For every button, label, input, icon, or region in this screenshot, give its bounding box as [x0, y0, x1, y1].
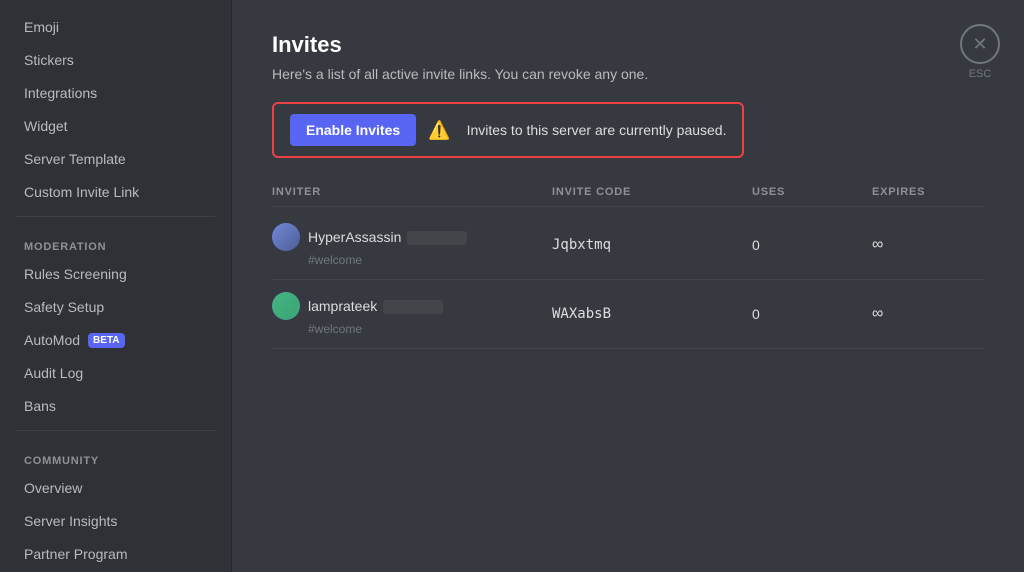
inviter-name-1: HyperAssassin: [308, 229, 467, 245]
inviter-cell-2: lamprateek #welcome: [272, 292, 552, 336]
sidebar-item-rules-screening[interactable]: Rules Screening: [8, 258, 223, 290]
sidebar-item-integrations[interactable]: Integrations: [8, 77, 223, 109]
page-subtitle: Here's a list of all active invite links…: [272, 66, 984, 82]
sidebar-item-safety-setup[interactable]: Safety Setup: [8, 291, 223, 323]
close-button[interactable]: ✕: [960, 24, 1000, 64]
moderation-section-label: MODERATION: [8, 225, 223, 257]
sidebar-item-widget[interactable]: Widget: [8, 110, 223, 142]
sidebar-item-bans[interactable]: Bans: [8, 390, 223, 422]
inviter-name-2: lamprateek: [308, 298, 443, 314]
sidebar-item-label: Bans: [24, 398, 56, 414]
redacted-name-2: [383, 300, 443, 314]
main-content: ✕ ESC Invites Here's a list of all activ…: [232, 0, 1024, 572]
invite-code-1: Jqbxtmq: [552, 237, 752, 253]
enable-invites-button[interactable]: Enable Invites: [290, 114, 416, 146]
sidebar-item-label: Stickers: [24, 52, 74, 68]
sidebar-item-audit-log[interactable]: Audit Log: [8, 357, 223, 389]
sidebar-item-label: Audit Log: [24, 365, 83, 381]
sidebar-item-label: Emoji: [24, 19, 59, 35]
sidebar-item-overview[interactable]: Overview: [8, 472, 223, 504]
header-uses: USES: [752, 186, 872, 198]
inviter-channel-1: #welcome: [272, 253, 552, 267]
expires-2: ∞: [872, 305, 992, 323]
sidebar-item-server-template[interactable]: Server Template: [8, 143, 223, 175]
sidebar-item-label: Partner Program: [24, 546, 127, 562]
sidebar-item-label: Widget: [24, 118, 68, 134]
sidebar-item-label: Overview: [24, 480, 82, 496]
sidebar-item-custom-invite-link[interactable]: Custom Invite Link: [8, 176, 223, 208]
uses-2: 0: [752, 306, 872, 322]
community-divider: [16, 430, 215, 431]
esc-label: ESC: [969, 68, 992, 80]
header-inviter: INVITER: [272, 186, 552, 198]
sidebar-item-emoji[interactable]: Emoji: [8, 11, 223, 43]
avatar-1: [272, 223, 300, 251]
sidebar-item-label: Rules Screening: [24, 266, 127, 282]
header-invite-code: INVITE CODE: [552, 186, 752, 198]
page-title: Invites: [272, 32, 984, 58]
avatar-img-1: [272, 223, 300, 251]
close-button-wrapper: ✕ ESC: [960, 24, 1000, 80]
header-expires: EXPIRES: [872, 186, 992, 198]
paused-text: Invites to this server are currently pau…: [467, 122, 727, 138]
avatar-2: [272, 292, 300, 320]
beta-badge: BETA: [88, 333, 124, 348]
inviter-name-row-2: lamprateek: [272, 292, 552, 320]
table-row: HyperAssassin #welcome Jqbxtmq 0 ∞: [272, 211, 984, 280]
avatar-img-2: [272, 292, 300, 320]
sidebar-item-label: Server Insights: [24, 513, 117, 529]
sidebar-item-label: AutoMod: [24, 332, 80, 348]
sidebar-item-label: Custom Invite Link: [24, 184, 139, 200]
sidebar-item-server-insights[interactable]: Server Insights: [8, 505, 223, 537]
table-row: lamprateek #welcome WAXabsB 0 ∞: [272, 280, 984, 349]
sidebar-item-stickers[interactable]: Stickers: [8, 44, 223, 76]
sidebar: Emoji Stickers Integrations Widget Serve…: [0, 0, 232, 572]
invites-paused-banner: Enable Invites ⚠️ Invites to this server…: [272, 102, 744, 158]
redacted-name-1: [407, 231, 467, 245]
uses-1: 0: [752, 237, 872, 253]
inviter-channel-2: #welcome: [272, 322, 552, 336]
sidebar-item-label: Integrations: [24, 85, 97, 101]
table-header: INVITER INVITE CODE USES EXPIRES: [272, 186, 984, 207]
sidebar-item-label: Server Template: [24, 151, 126, 167]
invite-code-2: WAXabsB: [552, 306, 752, 322]
sidebar-item-label: Safety Setup: [24, 299, 104, 315]
moderation-divider: [16, 216, 215, 217]
inviter-name-row-1: HyperAssassin: [272, 223, 552, 251]
invites-table: INVITER INVITE CODE USES EXPIRES HyperAs…: [272, 186, 984, 349]
sidebar-item-partner-program[interactable]: Partner Program: [8, 538, 223, 570]
expires-1: ∞: [872, 236, 992, 254]
community-section-label: COMMUNITY: [8, 439, 223, 471]
sidebar-item-automod[interactable]: AutoMod BETA: [8, 324, 223, 356]
inviter-cell-1: HyperAssassin #welcome: [272, 223, 552, 267]
warning-icon: ⚠️: [428, 120, 450, 141]
